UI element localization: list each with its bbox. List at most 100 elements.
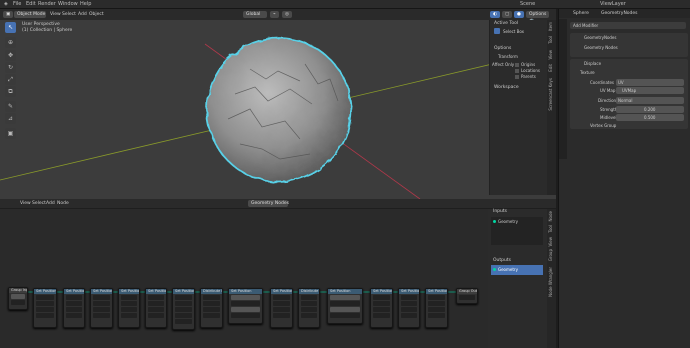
midlevel-field[interactable]: 0.500 [616,114,684,121]
outputs-header[interactable]: Outputs [493,258,511,263]
ne-menu-view[interactable]: View [20,201,31,206]
modifier-geometrynodes: GeometryNodes Geometry Nodes [570,33,688,57]
node-set-position[interactable]: Set Position [172,288,195,330]
node-tree-selector[interactable]: Geometry Nodes [248,200,289,207]
tab-tool[interactable]: Tool [548,36,553,44]
inputs-header[interactable]: Inputs [493,209,507,214]
mode-selector[interactable]: Object Mode [14,11,46,18]
ne-menu-node[interactable]: Node [57,201,69,206]
cursor-tool-icon[interactable]: ⊕ [5,37,16,48]
locations-checkbox[interactable] [515,69,519,73]
parents-label: Parents [521,74,536,79]
uvmap-label: UV Map [600,88,616,93]
node-set-position[interactable]: Set Position [90,288,113,328]
coordinates-dropdown[interactable]: UV [616,79,684,86]
menu-file[interactable]: File [13,1,21,7]
editor-type-button[interactable]: ▣ [3,11,14,18]
object-name[interactable]: Sphere [573,11,589,16]
node-distribute[interactable]: Distribute Points [298,288,320,328]
select-box-label[interactable]: Select Box [503,29,524,34]
tab-view[interactable]: View [548,237,553,247]
origins-checkbox[interactable] [515,63,519,67]
menu-help[interactable]: Help [80,1,91,7]
transform-orientation[interactable]: Global [243,11,267,18]
node-set-position[interactable]: Set Position [33,288,57,328]
3d-viewport[interactable] [0,9,556,199]
proportional-icon[interactable]: ◎ [282,11,292,18]
direction-dropdown[interactable]: Normal [616,97,684,104]
properties-tabs[interactable] [559,19,567,159]
output-geometry[interactable]: Geometry [498,267,518,272]
transform-header[interactable]: Transform [498,54,518,59]
origins-label: Origins [521,62,536,67]
tab-view[interactable]: View [548,50,553,60]
geometry-socket-icon [493,268,496,271]
add-modifier-button[interactable]: Add Modifier [570,22,686,29]
view-layer-selector[interactable]: ViewLayer [600,1,626,7]
node-group-output[interactable]: Group Output [456,288,478,304]
node-set-position[interactable]: Set Position [228,288,263,324]
rotate-tool-icon[interactable]: ↻ [5,62,16,73]
move-tool-icon[interactable]: ✥ [5,50,16,61]
active-tool-header[interactable]: Active Tool [494,21,518,26]
scale-tool-icon[interactable]: ⤢ [5,74,16,85]
tab-screencast-keys[interactable]: Screencast Keys [548,78,553,111]
ne-menu-select[interactable]: Select [32,201,46,206]
tab-item[interactable]: Item [548,22,553,31]
overlay-icon[interactable]: ◐ [490,11,500,18]
node-group-input[interactable]: Group Input [8,287,28,310]
menu-edit[interactable]: Edit [26,1,36,7]
texture-label: Texture [580,70,595,75]
add-cube-tool-icon[interactable]: ▣ [5,128,16,139]
scene-selector[interactable]: Scene [520,1,535,7]
node-set-position[interactable]: Set Position [370,288,393,328]
transform-tool-icon[interactable]: ⧉ [5,86,16,97]
snap-icon[interactable]: ⌁ [270,11,279,18]
uvmap-dropdown[interactable]: UVMap [616,87,684,94]
annotate-tool-icon[interactable]: ✎ [5,101,16,112]
select-tool-icon[interactable]: ↖ [5,22,16,33]
node-set-position[interactable]: Set Position [327,288,363,324]
node-set-position[interactable]: Set Position [425,288,448,328]
modifier-displace: Displace Texture Coordinates UV UV Map U… [570,59,688,129]
input-geometry[interactable]: Geometry [498,219,518,224]
menu-render[interactable]: Render [38,1,56,7]
viewport-canvas [0,37,556,199]
modifier-name[interactable]: Displace [584,61,601,66]
node-set-position[interactable]: Set Position [145,288,167,328]
node-set-position[interactable]: Set Position [270,288,293,328]
sphere-object [206,37,352,183]
affect-only-label: Affect Only [492,62,515,67]
vp-menu-object[interactable]: Object [89,12,104,17]
measure-tool-icon[interactable]: ⊿ [5,113,16,124]
ne-menu-add[interactable]: Add [46,201,55,206]
tab-edit[interactable]: Edit [548,64,553,72]
midlevel-label: Midlevel [600,115,617,120]
options-header[interactable]: Options [494,46,511,51]
tab-node[interactable]: Node [548,211,553,221]
node-set-position[interactable]: Set Position [63,288,85,328]
node-distribute[interactable]: Distribute Points [200,288,223,328]
locations-label: Locations [521,68,541,73]
node-set-position[interactable]: Set Position [398,288,420,328]
vp-menu-view[interactable]: View [50,12,61,17]
workspace-header[interactable]: Workspace [494,85,519,90]
tab-node-wrangler[interactable]: Node Wrangler [548,267,553,297]
node-editor-header: View Select Add Node Geometry Nodes [0,199,556,209]
direction-label: Direction [598,98,617,103]
menu-window[interactable]: Window [58,1,78,7]
node-group-field[interactable]: Geometry Nodes [584,45,618,50]
blender-logo[interactable]: ◈ [4,1,8,7]
tab-tool[interactable]: Tool [548,225,553,233]
tab-group[interactable]: Group [548,249,553,261]
modifier-name[interactable]: GeometryNodes [584,35,616,40]
vp-menu-add[interactable]: Add [78,12,87,17]
properties-editor: Sphere GeometryNodes Add Modifier Geomet… [558,9,690,348]
strength-field[interactable]: 0.200 [616,106,684,113]
vp-menu-select[interactable]: Select [62,12,76,17]
top-menu-bar: ◈ File Edit Render Window Help Scene Vie… [0,0,690,9]
node-sidebar: Inputs Geometry Outputs Geometry [488,209,547,348]
geometry-socket-icon [493,220,496,223]
parents-checkbox[interactable] [515,75,519,79]
node-set-position[interactable]: Set Position [118,288,140,328]
